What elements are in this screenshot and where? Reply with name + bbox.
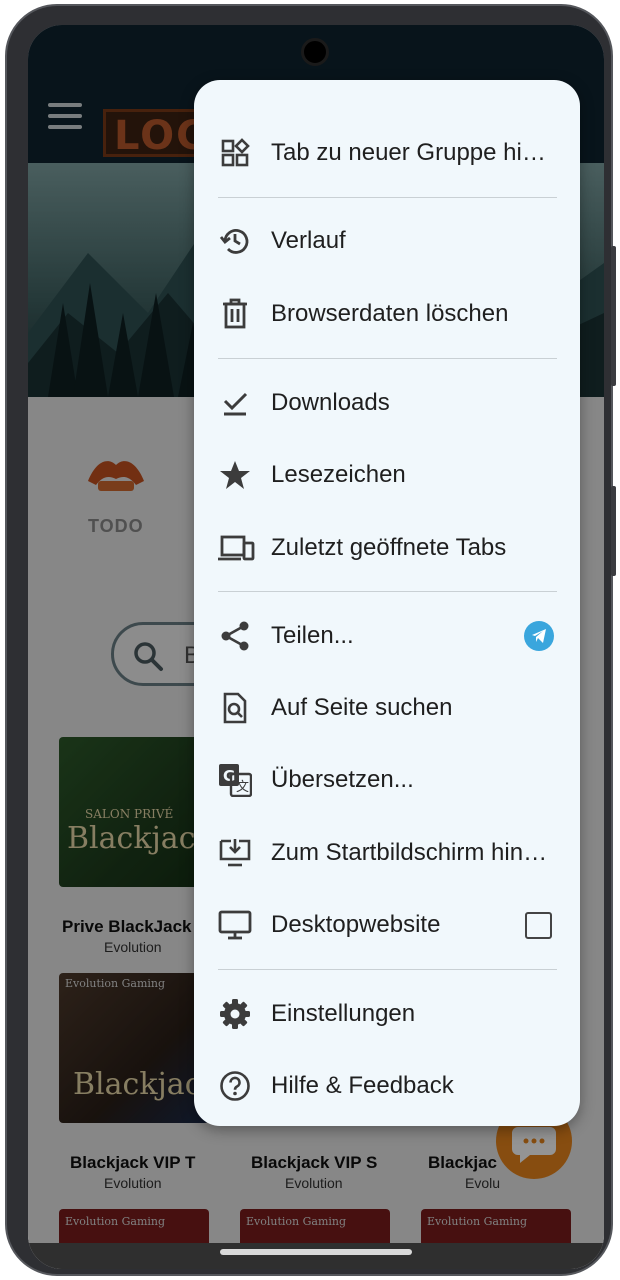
telegram-icon[interactable] xyxy=(524,621,554,651)
menu-item-label: Hilfe & Feedback xyxy=(271,1072,454,1099)
find-in-page-icon xyxy=(218,691,252,725)
menu-item-settings[interactable]: Einstellungen xyxy=(194,980,580,1048)
menu-item-clear-data[interactable]: Browserdaten löschen xyxy=(194,280,580,348)
svg-text:文: 文 xyxy=(236,780,249,795)
gesture-handle[interactable] xyxy=(220,1249,412,1255)
menu-item-translate[interactable]: G 文 Übersetzen... xyxy=(194,746,580,814)
menu-divider xyxy=(218,969,557,970)
help-icon xyxy=(218,1069,252,1103)
desktop-site-checkbox[interactable] xyxy=(525,911,552,939)
share-icon xyxy=(218,619,252,653)
translate-icon: G 文 xyxy=(218,763,252,797)
menu-item-label: Desktopwebsite xyxy=(271,911,441,938)
menu-item-desktop-site[interactable]: Desktopwebsite xyxy=(194,891,580,959)
menu-item-share[interactable]: Teilen... xyxy=(194,602,580,670)
gear-icon xyxy=(218,997,252,1031)
menu-item-label: Übersetzen... xyxy=(271,766,414,793)
menu-item-label: Verlauf xyxy=(271,227,346,254)
system-navigation-bar xyxy=(28,1243,604,1269)
front-camera xyxy=(301,38,329,66)
menu-item-history[interactable]: Verlauf xyxy=(194,207,580,275)
history-icon xyxy=(218,224,252,258)
tab-group-icon xyxy=(218,136,252,170)
menu-item-label: Zum Startbildschirm hinzufügen xyxy=(271,839,557,866)
menu-item-label: Lesezeichen xyxy=(271,461,406,488)
desktop-icon xyxy=(218,908,252,942)
browser-overflow-menu: Tab zu neuer Gruppe hinzufügen Verlauf B… xyxy=(194,80,580,1126)
menu-divider xyxy=(218,358,557,359)
star-icon xyxy=(218,458,252,492)
menu-item-label: Zuletzt geöffnete Tabs xyxy=(271,534,507,561)
menu-item-label: Tab zu neuer Gruppe hinzufügen xyxy=(271,139,557,166)
menu-item-label: Auf Seite suchen xyxy=(271,694,453,721)
menu-item-add-to-home[interactable]: Zum Startbildschirm hinzufügen xyxy=(194,819,580,887)
menu-item-find-in-page[interactable]: Auf Seite suchen xyxy=(194,674,580,742)
add-to-home-icon xyxy=(218,836,252,870)
menu-item-label: Browserdaten löschen xyxy=(271,300,509,327)
menu-item-downloads[interactable]: Downloads xyxy=(194,369,580,437)
volume-button xyxy=(611,246,616,386)
menu-divider xyxy=(218,591,557,592)
menu-divider xyxy=(218,197,557,198)
menu-item-recent-tabs[interactable]: Zuletzt geöffnete Tabs xyxy=(194,514,580,582)
menu-item-bookmarks[interactable]: Lesezeichen xyxy=(194,441,580,509)
devices-icon xyxy=(216,531,256,565)
power-button xyxy=(611,486,616,576)
menu-item-help[interactable]: Hilfe & Feedback xyxy=(194,1052,580,1120)
menu-item-label: Downloads xyxy=(271,389,390,416)
menu-item-label: Teilen... xyxy=(271,622,354,649)
menu-item-label: Einstellungen xyxy=(271,1000,416,1027)
svg-text:G: G xyxy=(223,767,235,785)
trash-icon xyxy=(218,297,252,331)
menu-item-tab-group[interactable]: Tab zu neuer Gruppe hinzufügen xyxy=(194,119,580,187)
download-done-icon xyxy=(218,386,252,420)
